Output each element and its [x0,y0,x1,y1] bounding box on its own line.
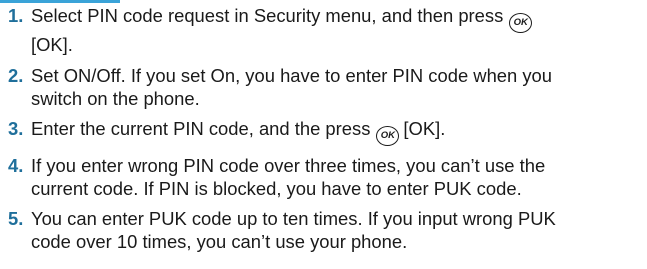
step-text-line: [OK]. [31,34,73,55]
step-item-2: 2. Set ON/Off. If you set On, you have t… [8,64,640,110]
step-text-line: [OK]. [403,118,446,139]
step-item-4: 4. If you enter wrong PIN code over thre… [8,154,640,200]
step-number: 3. [8,118,24,139]
step-text-line: You can enter PUK code up to ten times. … [31,208,556,229]
step-text-line: If you enter wrong PIN code over three t… [31,154,546,176]
step-number: 5. [8,208,24,229]
step-item-1: 1. Select PIN code request in Security m… [8,4,640,56]
step-text-line: current code. If PIN is blocked, you hav… [31,177,522,199]
step-text-line: switch on the phone. [31,87,200,109]
ok-key-icon: OK [509,13,533,33]
step-item-5: 5. You can enter PUK code up to ten time… [8,207,640,253]
header-accent-bar [0,0,120,3]
ok-key-icon: OK [376,126,400,146]
step-number: 2. [8,64,24,86]
step-item-3: 3. Enter the current PIN code, and the p… [8,117,640,146]
step-text-line: code over 10 times, you can’t use your p… [31,231,408,252]
step-text-line: Enter the current PIN code, and the pres… [31,118,371,139]
step-number: 4. [8,154,24,176]
step-number: 1. [8,5,24,26]
instruction-steps: 1. Select PIN code request in Security m… [8,4,640,261]
step-text-line: Set ON/Off. If you set On, you have to e… [31,64,553,86]
step-text-line: Select PIN code request in Security menu… [31,5,504,26]
